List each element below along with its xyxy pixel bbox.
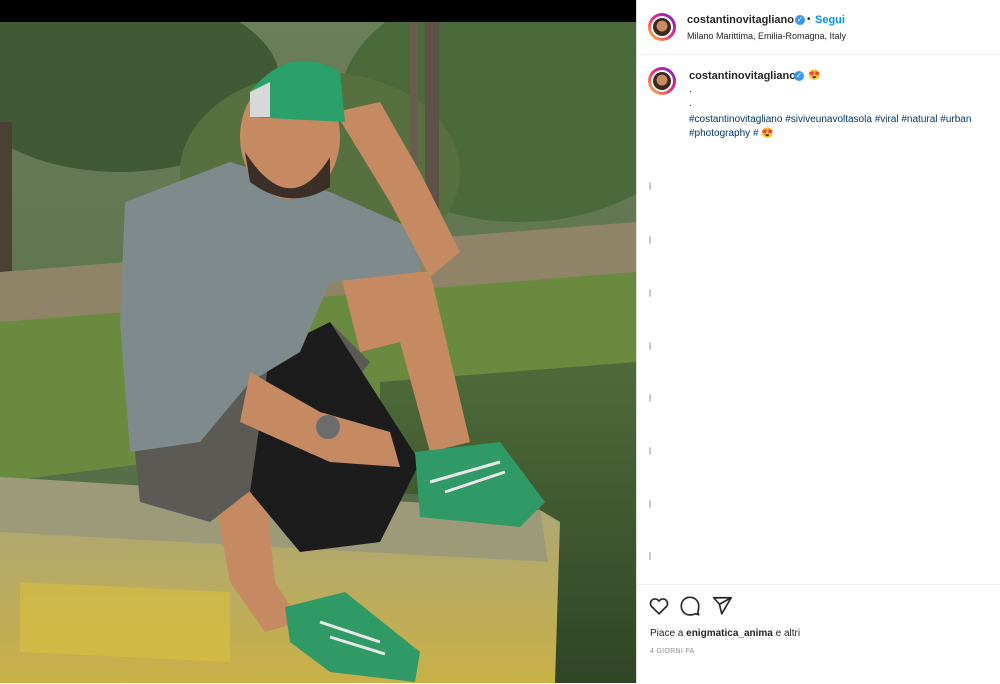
hashtag-link[interactable]: #costantinovitagliano [689, 114, 782, 125]
post-timestamp[interactable]: 4 GIORNI FA [650, 648, 695, 655]
post-location[interactable]: Milano Marittima, Emilia-Romagna, Italy [687, 31, 846, 41]
likes-summary[interactable]: Piace a enigmatica_anima e altri [650, 628, 800, 639]
separator-dot: • [807, 14, 811, 25]
post-header: costantinovitagliano ✓ • Segui Milano Ma… [637, 0, 1000, 55]
caption-username[interactable]: costantinovitagliano [689, 70, 796, 82]
verified-icon: ✓ [795, 15, 805, 25]
follow-button[interactable]: Segui [815, 14, 845, 26]
caption-line-2: . [689, 98, 692, 109]
comment-placeholder [649, 394, 651, 402]
post-side-panel: costantinovitagliano ✓ • Segui Milano Ma… [636, 0, 1000, 683]
caption-hashtags: #costantinovitagliano #siviveunavoltasol… [689, 113, 1000, 141]
caption-avatar[interactable] [648, 67, 676, 95]
heart-icon[interactable] [648, 595, 670, 617]
hashtag-link[interactable]: #photography [689, 128, 750, 139]
hashtag-link[interactable]: #viral [875, 114, 899, 125]
comment-placeholder [649, 342, 651, 350]
send-icon[interactable] [711, 595, 733, 617]
photo-top-bar [0, 0, 636, 22]
comment-placeholder [649, 447, 651, 455]
heart-eyes-emoji: 😍 [808, 70, 821, 81]
hashtag-link[interactable]: #siviveunavoltasola [785, 114, 872, 125]
hashtag-link[interactable]: #natural [901, 114, 937, 125]
post-photo[interactable] [0, 22, 636, 683]
post-actions: Piace a enigmatica_anima e altri 4 GIORN… [637, 584, 1000, 684]
hashtag-link[interactable]: # [753, 128, 759, 139]
comment-icon[interactable] [679, 595, 701, 617]
likes-suffix: e altri [772, 628, 801, 639]
author-avatar[interactable] [648, 13, 676, 41]
verified-icon: ✓ [794, 71, 804, 81]
comment-placeholder [649, 236, 651, 244]
comment-placeholder [649, 289, 651, 297]
hashtag-link[interactable]: #urban [940, 114, 971, 125]
author-username[interactable]: costantinovitagliano [687, 14, 794, 26]
comment-placeholder [649, 500, 651, 508]
comment-placeholder [649, 182, 651, 190]
comment-placeholder [649, 552, 651, 560]
heart-eyes-emoji: 😍 [761, 128, 774, 139]
likes-user[interactable]: enigmatica_anima [686, 628, 773, 639]
likes-prefix: Piace a [650, 628, 687, 639]
caption-line-1: . [689, 84, 692, 95]
post-photo-pane[interactable] [0, 0, 636, 683]
